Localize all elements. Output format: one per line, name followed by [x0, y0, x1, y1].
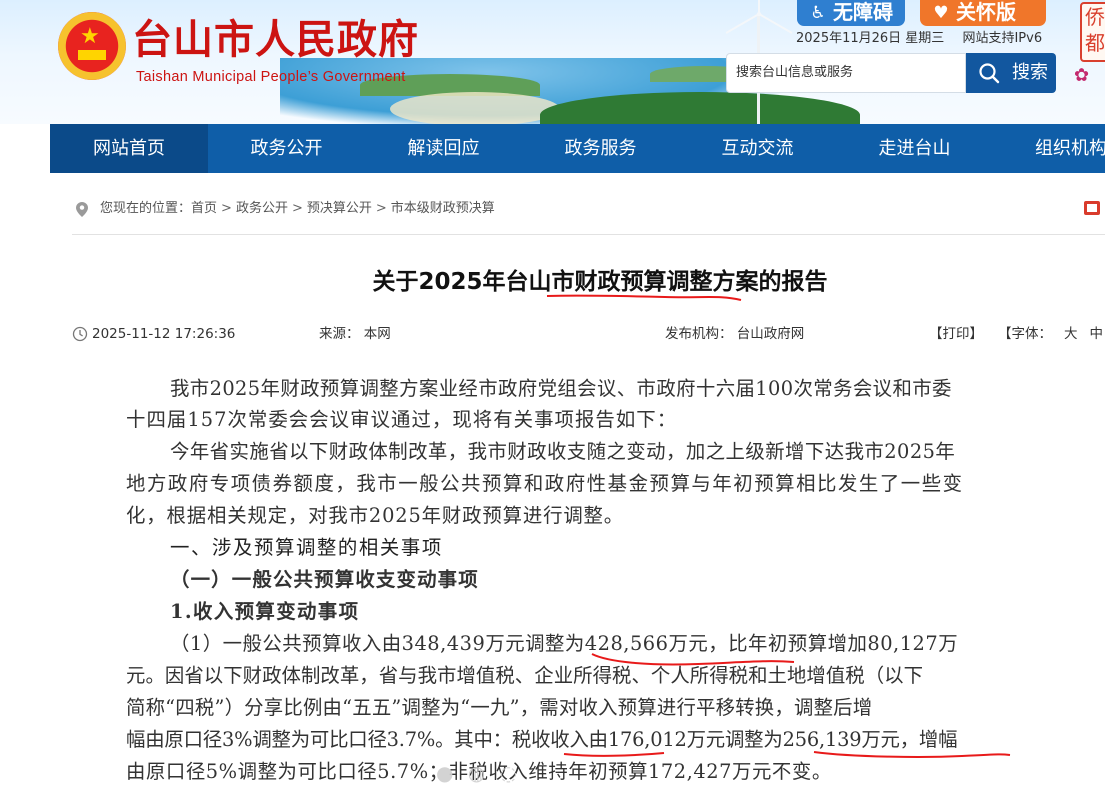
body-paragraph-line: （1）一般公共预算收入由348,439万元调整为428,566万元，比年初预算增…: [170, 632, 959, 655]
search-input[interactable]: 搜索台山信息或服务: [726, 53, 966, 93]
accessibility-label: 无障碍: [833, 0, 893, 24]
search-button-label: 搜索: [1012, 62, 1048, 83]
care-version-button[interactable]: ♥ 关怀版: [920, 0, 1046, 26]
care-icon: ♥: [933, 3, 949, 23]
publish-time: 2025-11-12 17:26:36: [92, 326, 236, 342]
national-emblem-icon[interactable]: ★: [58, 12, 126, 80]
current-date: 2025年11月26日 星期三: [796, 31, 945, 46]
location-pin-icon: [76, 202, 88, 217]
ipv6-notice: 网站支持IPv6: [962, 31, 1043, 46]
body-paragraph-line: 今年省实施省以下财政体制改革，我市财政收支随之变动，加之上级新增下达我市2025…: [170, 440, 956, 463]
care-label: 关怀版: [956, 0, 1016, 24]
article-meta: 2025-11-12 17:26:36 来源： 本网 发布机构： 台山政府网 【…: [72, 324, 1105, 344]
breadcrumb-prefix: 您现在的位置：: [100, 201, 192, 216]
breadcrumb-separator: >: [375, 201, 387, 216]
item-heading: 1.收入预算变动事项: [170, 600, 360, 623]
breadcrumb-divider: [72, 234, 1105, 235]
nav-item-interpretation[interactable]: 解读回应: [365, 124, 522, 173]
nav-item-government-affairs[interactable]: 政务公开: [208, 124, 365, 173]
breadcrumb-government-affairs[interactable]: 政务公开: [236, 201, 288, 216]
print-button[interactable]: 【打印】: [929, 324, 983, 344]
body-paragraph-line: 十四届157次常委会会议审议通过，现将有关事项报告如下：: [126, 408, 678, 431]
site-subtitle: Taishan Municipal People’s Government: [136, 69, 406, 85]
section-heading: 一、涉及预算调整的相关事项: [170, 536, 443, 559]
site-title[interactable]: 台山市人民政府: [132, 14, 419, 66]
article-source: 来源： 本网: [319, 326, 391, 342]
nav-item-interaction[interactable]: 互动交流: [679, 124, 836, 173]
nav-item-home[interactable]: 网站首页: [50, 124, 208, 173]
subsection-heading: （一）一般公共预算收支变动事项: [170, 568, 479, 591]
date-line: 2025年11月26日 星期三 网站支持IPv6: [796, 30, 1042, 48]
overseas-hometown-logo: 侨都: [1080, 2, 1105, 62]
breadcrumb-home[interactable]: 首页: [191, 201, 217, 216]
red-pen-underline: [591, 653, 795, 666]
body-paragraph-line: 元。因省以下财政体制改革，省与我市增值税、企业所得税、个人所得税和土地增值税（以…: [126, 664, 924, 687]
font-size-label: 【字体：: [998, 326, 1052, 342]
body-paragraph-line: 简称“四税”）分享比例由“五五”调整为“一九”，需对收入预算进行平移转换，调整后…: [126, 696, 873, 719]
search-button[interactable]: 搜索: [966, 53, 1056, 93]
body-paragraph-line: 化，根据相关规定，对我市2025年财政预算进行调整。: [126, 504, 625, 527]
publisher: 发布机构： 台山政府网: [665, 326, 805, 342]
accessibility-icon: ♿: [810, 3, 826, 23]
red-pen-underline: [813, 751, 1011, 758]
breadcrumb-city-budget[interactable]: 市本级财政预决算: [391, 201, 495, 216]
breadcrumb-trail: 您现在的位置：首页 > 政务公开 > 预决算公开 > 市本级财政预决算: [100, 198, 495, 220]
accessibility-button[interactable]: ♿ 无障碍: [797, 0, 905, 26]
breadcrumb-budget-disclosure[interactable]: 预决算公开: [307, 201, 372, 216]
header-beach: [390, 92, 560, 124]
watermark: ● ◍ ◌: [436, 761, 522, 785]
site-header: ★ 台山市人民政府 Taishan Municipal People’s Gov…: [0, 0, 1105, 124]
print-icon[interactable]: [1084, 201, 1100, 215]
nav-item-organizations[interactable]: 组织机构: [993, 124, 1105, 173]
body-paragraph-line: 地方政府专项债券额度，我市一般公共预算和政府性基金预算与年初预算相比发生了一些变: [126, 472, 964, 495]
nav-item-about-taishan[interactable]: 走进台山: [836, 124, 993, 173]
red-pen-underline: [546, 294, 742, 301]
body-paragraph-line: 我市2025年财政预算调整方案业经市政府党组会议、市政府十六届100次常务会议和…: [170, 377, 952, 400]
nav-item-services[interactable]: 政务服务: [522, 124, 679, 173]
font-size-control: 【字体：大中小: [998, 324, 1105, 344]
font-size-large[interactable]: 大: [1064, 326, 1078, 342]
font-size-medium[interactable]: 中: [1090, 326, 1104, 342]
search-icon: [979, 63, 1000, 84]
breadcrumb: 您现在的位置：首页 > 政务公开 > 预决算公开 > 市本级财政预决算: [72, 198, 1105, 220]
flower-icon: ✿: [1074, 65, 1090, 86]
breadcrumb-separator: >: [221, 201, 232, 216]
breadcrumb-separator: >: [291, 201, 303, 216]
clock-icon: [72, 326, 88, 342]
main-nav: 网站首页 政务公开 解读回应 政务服务 互动交流 走进台山 组织机构: [50, 124, 1105, 173]
